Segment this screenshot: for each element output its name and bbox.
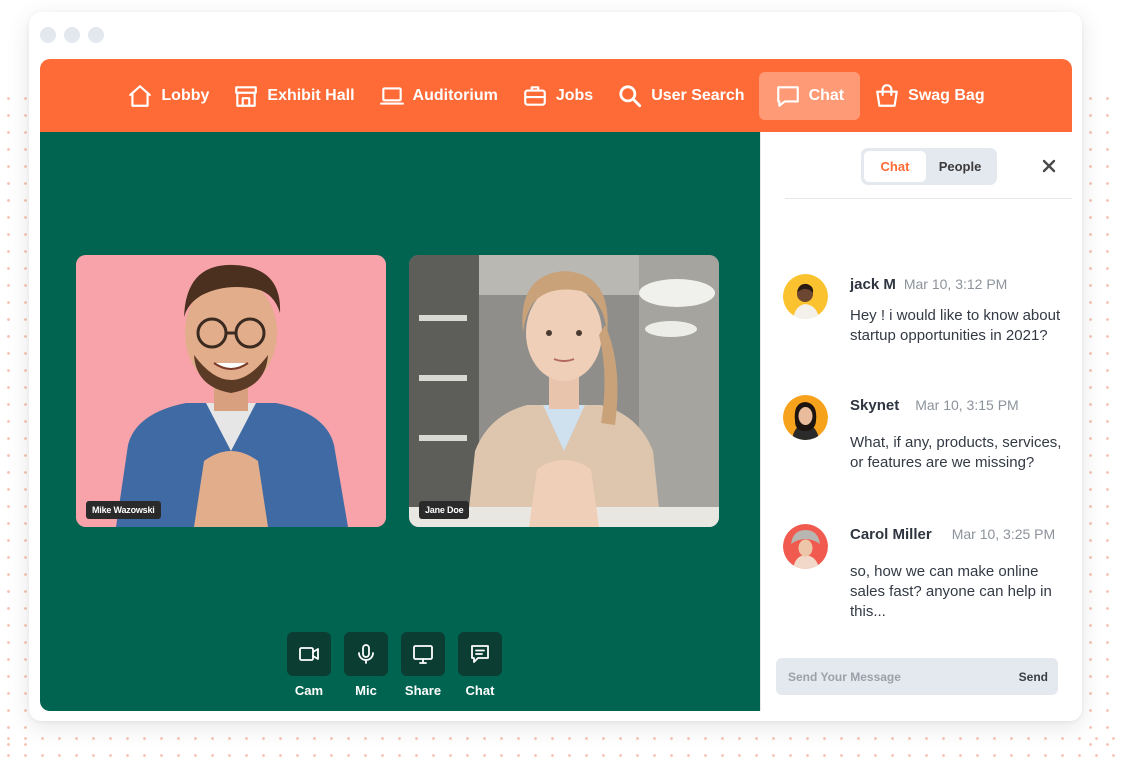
- briefcase-icon: [524, 85, 546, 106]
- video-tile[interactable]: Jane Doe: [409, 255, 719, 527]
- cam-control: Cam: [287, 632, 331, 698]
- chat-label: Chat: [465, 683, 495, 698]
- sender-name: Skynet: [850, 397, 900, 414]
- message-header: Skynet Mar 10, 3:15 PM: [850, 397, 1068, 414]
- chat-control: Chat: [458, 632, 502, 698]
- avatar: [783, 395, 828, 440]
- message-header: jack M Mar 10, 3:12 PM: [850, 276, 1068, 293]
- message-text: so, how we can make online sales fast? a…: [850, 563, 1052, 620]
- nav-item-lobby[interactable]: Lobby: [117, 72, 219, 120]
- chat-toggle-button[interactable]: [458, 632, 502, 676]
- send-button[interactable]: Send: [1019, 670, 1048, 684]
- window-dot[interactable]: [88, 27, 104, 43]
- avatar: [783, 524, 828, 569]
- nav-label: Swag Bag: [908, 86, 985, 104]
- message-timestamp: Mar 10, 3:25 PM: [951, 526, 1056, 542]
- nav-label: User Search: [651, 86, 745, 104]
- nav-label: Jobs: [555, 86, 594, 104]
- nav-label: Lobby: [161, 86, 210, 104]
- message-timestamp: Mar 10, 3:12 PM: [903, 276, 1008, 292]
- share-label: Share: [404, 683, 442, 698]
- participant-video: [76, 255, 386, 527]
- tab-chat[interactable]: Chat: [864, 151, 926, 182]
- avatar-image: [783, 274, 828, 319]
- nav-item-jobs[interactable]: Jobs: [512, 72, 603, 120]
- message-icon: [471, 645, 489, 663]
- video-stage: Mike Wazowski Jane Doe Cam Mic Share Cha…: [40, 132, 760, 711]
- call-controls: Cam Mic Share Chat: [287, 632, 502, 698]
- nav-item-auditorium[interactable]: Auditorium: [369, 72, 508, 120]
- mic-icon: [358, 644, 374, 664]
- chat-panel: Chat People jack M Mar 10, 3:12 PM Hey !…: [760, 132, 1072, 711]
- window-controls: [40, 27, 104, 43]
- avatar-image: [783, 524, 828, 569]
- message-input[interactable]: [788, 669, 1019, 684]
- chat-icon: [776, 85, 799, 107]
- window-dot[interactable]: [64, 27, 80, 43]
- mic-label: Mic: [355, 683, 377, 698]
- video-tile[interactable]: Mike Wazowski: [76, 255, 386, 527]
- avatar: [783, 274, 828, 319]
- event-app: Lobby Exhibit Hall Auditorium Jobs User …: [40, 59, 1072, 711]
- avatar-image: [783, 395, 828, 440]
- bag-icon: [876, 83, 898, 107]
- message-text: What, if any, products, services, or fea…: [850, 434, 1062, 471]
- mic-control: Mic: [344, 632, 388, 698]
- browser-window: Lobby Exhibit Hall Auditorium Jobs User …: [29, 12, 1082, 721]
- nav-item-swag-bag[interactable]: Swag Bag: [864, 72, 994, 120]
- cam-button[interactable]: [287, 632, 331, 676]
- decorative-dots-right: [1082, 90, 1122, 750]
- top-navigation: Lobby Exhibit Hall Auditorium Jobs User …: [40, 59, 1072, 132]
- nav-label: Exhibit Hall: [267, 86, 355, 104]
- message-timestamp: Mar 10, 3:15 PM: [915, 397, 1019, 413]
- sender-name: jack M: [850, 276, 896, 293]
- store-icon: [235, 85, 258, 107]
- search-icon: [619, 84, 642, 107]
- decorative-dots-bottom: [0, 730, 1122, 760]
- nav-item-exhibit-hall[interactable]: Exhibit Hall: [223, 72, 364, 120]
- nav-label: Chat: [808, 86, 845, 104]
- divider: [785, 198, 1072, 199]
- laptop-icon: [379, 86, 404, 105]
- panel-tab-switch: Chat People: [861, 148, 997, 185]
- cam-label: Cam: [294, 683, 324, 698]
- mic-button[interactable]: [344, 632, 388, 676]
- message-text: Hey ! i would like to know about startup…: [850, 307, 1061, 344]
- tab-people[interactable]: People: [926, 151, 994, 182]
- share-control: Share: [401, 632, 445, 698]
- sender-name: Carol Miller: [850, 526, 932, 543]
- participant-name-tag: Mike Wazowski: [86, 501, 161, 519]
- home-icon: [129, 84, 152, 107]
- close-icon: [1042, 159, 1056, 173]
- window-dot[interactable]: [40, 27, 56, 43]
- nav-item-user-search[interactable]: User Search: [607, 72, 754, 120]
- message-header: Carol Miller Mar 10, 3:25 PM: [850, 526, 1068, 543]
- nav-item-chat[interactable]: Chat: [758, 71, 861, 120]
- participant-name-tag: Jane Doe: [419, 501, 470, 519]
- message-composer: Send: [776, 658, 1058, 695]
- share-button[interactable]: [401, 632, 445, 676]
- participant-video: [409, 255, 719, 527]
- monitor-icon: [413, 645, 433, 664]
- camera-icon: [299, 647, 319, 661]
- nav-label: Auditorium: [412, 86, 498, 104]
- close-button[interactable]: [1039, 156, 1059, 176]
